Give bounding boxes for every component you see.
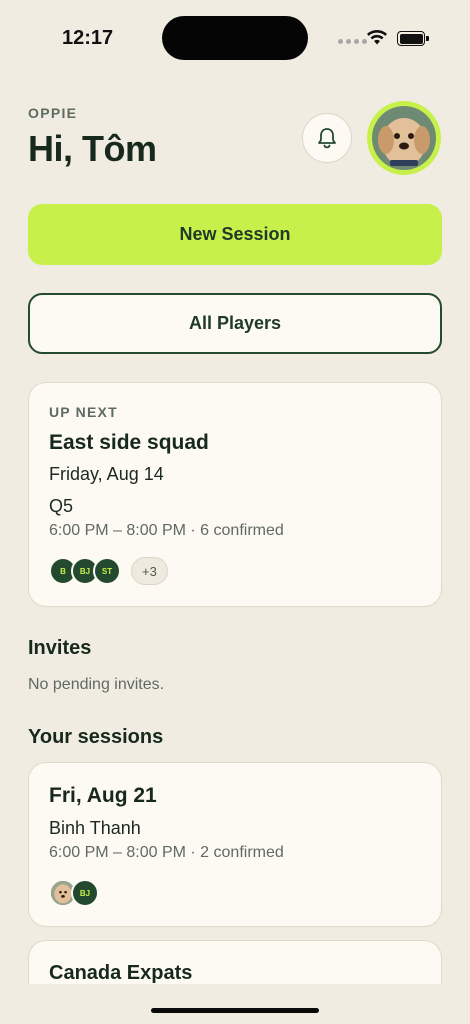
session-location: Q5 [49, 496, 74, 516]
up-next-label: UP NEXT [49, 404, 118, 420]
battery-icon [397, 31, 429, 46]
status-time: 12:17 [62, 27, 114, 49]
dog-avatar-image [372, 106, 436, 170]
home-indicator[interactable] [151, 1008, 319, 1013]
all-players-button[interactable]: All Players [28, 293, 442, 354]
attendee-avatars: B BJ ST +3 [49, 557, 168, 585]
session-details: 6:00 PM – 8:00 PM · 2 confirmed [49, 844, 284, 861]
notifications-button[interactable] [302, 113, 352, 163]
session-location: Binh Thanh [49, 818, 141, 838]
wifi-icon [367, 30, 387, 45]
profile-avatar[interactable] [367, 101, 441, 175]
new-session-button[interactable]: New Session [28, 204, 442, 265]
more-attendees-badge: +3 [131, 557, 168, 585]
session-date: Friday, Aug 14 [49, 464, 164, 484]
attendee-avatars: BJ [49, 879, 99, 907]
invites-heading: Invites [28, 637, 92, 659]
attendee-avatar: ST [93, 557, 121, 585]
bottom-safe-area [0, 984, 470, 1024]
session-date: Fri, Aug 21 [49, 784, 157, 807]
invites-empty-text: No pending invites. [28, 676, 165, 693]
cellular-signal-icon [338, 39, 367, 44]
app-name: OPPIE [28, 105, 78, 121]
bell-icon [318, 128, 336, 149]
dynamic-island [162, 16, 308, 60]
session-title: East side squad [49, 431, 209, 454]
session-title: Canada Expats [49, 962, 193, 984]
your-sessions-heading: Your sessions [28, 726, 164, 748]
status-bar: 12:17 [0, 0, 470, 76]
page-title: Hi, Tôm [28, 128, 157, 169]
session-card[interactable]: Fri, Aug 21 Binh Thanh 6:00 PM – 8:00 PM… [28, 762, 442, 927]
session-details: 6:00 PM – 8:00 PM · 6 confirmed [49, 522, 284, 539]
attendee-avatar: BJ [71, 879, 99, 907]
up-next-card[interactable]: UP NEXT East side squad Friday, Aug 14 Q… [28, 382, 442, 607]
